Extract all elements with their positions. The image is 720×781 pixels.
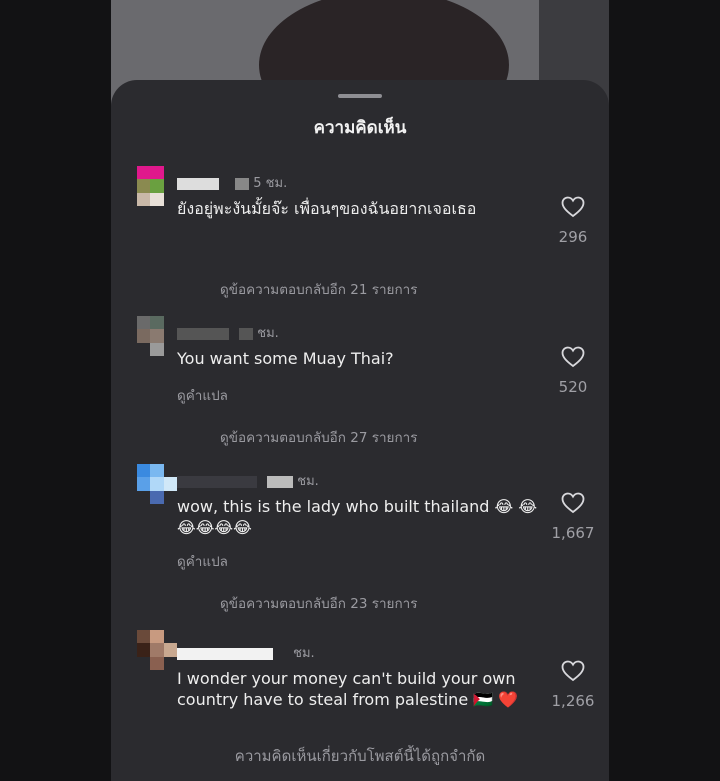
comment-meta: ชม. [177,322,279,341]
sheet-drag-handle[interactable] [338,94,382,98]
avatar-pixel [163,342,177,356]
avatar-pixel [150,316,164,330]
avatar-pixel [137,342,151,356]
like-button[interactable]: 520 [551,346,595,396]
avatar-pixel [163,166,177,180]
avatar-pixel [163,179,177,193]
avatar-pixel [137,464,151,478]
avatar-pixel [163,643,177,657]
like-button[interactable]: 296 [551,196,595,246]
comment-text: I wonder your money can't build your own… [177,669,519,709]
avatar[interactable] [137,166,177,206]
like-count: 296 [558,228,588,246]
avatar-pixel [137,630,151,644]
comment-text: wow, this is the lady who built thailand… [177,497,538,537]
avatar-pixel [150,643,164,657]
avatar-pixel [137,656,151,670]
comment-meta: ชม. [177,642,315,661]
avatar-pixel [150,192,164,206]
avatar-pixel [163,630,177,644]
username-redacted [267,475,294,488]
view-replies-link[interactable]: ดูข้อความตอบกลับอีก 23 รายการ [220,592,417,614]
see-translation-link[interactable]: ดูคำแปล [177,550,228,572]
avatar-pixel [150,166,164,180]
avatar-pixel [150,329,164,343]
avatar-pixel [163,464,177,478]
comment-meta: ชม. [177,470,319,489]
avatar-pixel [163,656,177,670]
username-redacted[interactable] [177,327,229,340]
like-count: 520 [558,378,588,396]
like-count: 1,667 [551,524,595,542]
view-replies-link[interactable]: ดูข้อความตอบกลับอีก 21 รายการ [220,278,417,300]
like-button[interactable]: 1,667 [551,492,595,542]
avatar-pixel [163,477,177,491]
sheet-title: ความคิดเห็น [313,118,407,138]
avatar-pixel [137,316,151,330]
avatar-pixel [137,477,151,491]
username-redacted [239,327,254,340]
like-button[interactable]: 1,266 [551,660,595,710]
heart-outline-icon [561,346,585,368]
avatar-pixel [150,490,164,504]
like-count: 1,266 [551,692,595,710]
avatar-pixel [163,329,177,343]
avatar-pixel [137,192,151,206]
avatar-pixel [137,490,151,504]
heart-outline-icon [561,660,585,682]
comments-restricted-notice: ความคิดเห็นเกี่ยวกับโพสต์นี้ได้ถูกจำกัด [234,747,486,765]
comment-time: ชม. [297,474,319,489]
heart-outline-icon [561,196,585,218]
avatar-pixel [163,316,177,330]
avatar-pixel [150,464,164,478]
avatar-pixel [137,329,151,343]
comment-time: ชม. [293,646,315,661]
avatar-pixel [137,166,151,180]
avatar-pixel [137,179,151,193]
avatar-pixel [150,477,164,491]
comment-time: ชม. [257,326,279,341]
username-redacted[interactable] [177,647,273,660]
avatar-pixel [150,179,164,193]
see-translation-link[interactable]: ดูคำแปล [177,384,228,406]
avatar[interactable] [137,464,177,504]
username-redacted[interactable] [177,475,257,488]
comment-time: 5 ชม. [253,176,288,191]
avatar-pixel [163,192,177,206]
username-redacted[interactable] [177,177,219,190]
comment-text: You want some Muay Thai? [177,349,394,368]
username-redacted [235,177,250,190]
avatar[interactable] [137,630,177,670]
avatar-pixel [150,656,164,670]
comment-text: ยังอยู่พะงันมั้ยจ๊ะ เพื่อนๆของฉันอยากเจอ… [177,199,477,218]
avatar-pixel [150,630,164,644]
avatar-pixel [150,342,164,356]
avatar[interactable] [137,316,177,356]
avatar-pixel [163,490,177,504]
heart-outline-icon [561,492,585,514]
comments-sheet: ความคิดเห็น 5 ชม. ยังอยู่พะงันมั้ยจ๊ะ เพ… [111,80,609,781]
view-replies-link[interactable]: ดูข้อความตอบกลับอีก 27 รายการ [220,426,417,448]
comment-meta: 5 ชม. [177,172,288,191]
avatar-pixel [137,643,151,657]
